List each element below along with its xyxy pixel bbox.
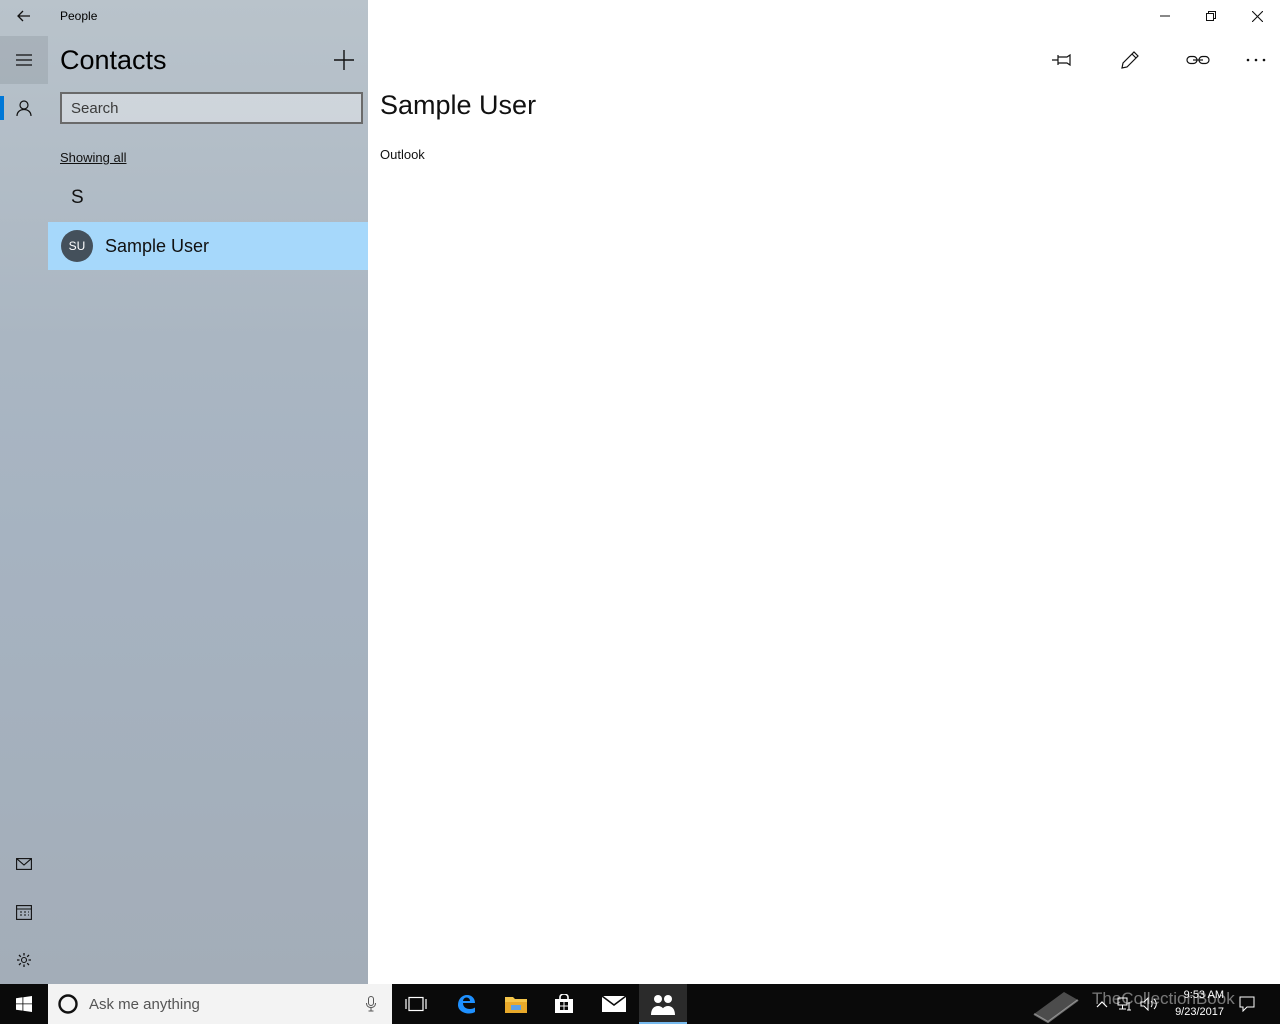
clock[interactable]: 9:53 AM 9/23/2017 xyxy=(1160,987,1224,1021)
pin-button[interactable] xyxy=(1040,40,1084,80)
page-title: Contacts xyxy=(60,45,167,75)
close-icon xyxy=(1251,10,1263,22)
tray-volume-button[interactable] xyxy=(1138,984,1160,1024)
task-view-button[interactable] xyxy=(392,984,440,1024)
contact-detail-pane: Sample User Outlook xyxy=(368,0,1280,984)
hamburger-icon xyxy=(16,54,32,66)
taskbar-file-explorer[interactable] xyxy=(492,984,540,1024)
hamburger-menu-button[interactable] xyxy=(0,36,48,84)
nav-contacts-button[interactable] xyxy=(0,84,48,132)
people-icon xyxy=(651,995,675,1015)
microphone-icon[interactable] xyxy=(366,996,376,1012)
contact-list-item[interactable]: SU Sample User xyxy=(48,222,368,270)
search-input[interactable] xyxy=(60,92,363,124)
taskbar-store[interactable] xyxy=(540,984,588,1024)
taskbar-people-active[interactable] xyxy=(639,984,687,1024)
cortana-circle-icon xyxy=(58,994,78,1014)
contact-source-label: Outlook xyxy=(380,147,425,162)
volume-icon xyxy=(1140,997,1157,1011)
edit-button[interactable] xyxy=(1108,40,1152,80)
restore-icon xyxy=(1206,11,1216,21)
filter-showing-all-link[interactable]: Showing all xyxy=(60,150,127,165)
cortana-search-box[interactable]: Ask me anything xyxy=(48,984,392,1024)
add-contact-button[interactable] xyxy=(324,40,364,80)
notification-icon xyxy=(1239,996,1255,1012)
task-view-icon xyxy=(405,996,427,1012)
back-button[interactable] xyxy=(0,0,48,32)
more-icon xyxy=(1246,58,1266,62)
edge-icon xyxy=(458,995,475,1014)
tray-show-hidden-button[interactable] xyxy=(1092,984,1112,1024)
contact-detail-name: Sample User xyxy=(380,90,537,120)
tray-network-button[interactable] xyxy=(1114,984,1136,1024)
avatar: SU xyxy=(61,230,93,262)
more-options-button[interactable] xyxy=(1234,40,1278,80)
back-arrow-icon xyxy=(17,10,30,22)
people-app-window: People Contacts Showing all S SU Sample … xyxy=(0,0,1280,984)
minimize-button[interactable] xyxy=(1142,0,1188,32)
chevron-up-icon xyxy=(1096,1001,1108,1008)
taskbar: Ask me anything TheCollectionBook 9:53 A… xyxy=(0,984,1280,1024)
clock-date: 9/23/2017 xyxy=(1175,1006,1224,1018)
left-pane: People Contacts Showing all S SU Sample … xyxy=(0,0,368,984)
group-header-letter[interactable]: S xyxy=(71,187,84,209)
calendar-icon xyxy=(16,905,32,920)
restore-button[interactable] xyxy=(1188,0,1234,32)
link-icon xyxy=(1186,55,1210,65)
gear-icon xyxy=(17,953,31,967)
store-icon xyxy=(555,994,573,1013)
taskbar-mail[interactable] xyxy=(590,984,638,1024)
pin-icon xyxy=(1052,53,1071,67)
contact-name: Sample User xyxy=(105,235,210,256)
link-contact-button[interactable] xyxy=(1176,40,1220,80)
taskbar-edge[interactable] xyxy=(442,984,490,1024)
minimize-icon xyxy=(1160,15,1170,17)
nav-calendar-button[interactable] xyxy=(0,888,48,936)
edit-pencil-icon xyxy=(1121,51,1139,69)
nav-settings-button[interactable] xyxy=(0,936,48,984)
clock-time: 9:53 AM xyxy=(1183,989,1224,1001)
person-icon xyxy=(16,100,32,117)
nav-rail xyxy=(0,0,48,984)
plus-icon xyxy=(334,50,354,70)
app-title: People xyxy=(60,9,98,23)
start-button[interactable] xyxy=(0,984,48,1024)
action-center-button[interactable] xyxy=(1232,984,1262,1024)
network-icon xyxy=(1117,997,1131,1011)
close-button[interactable] xyxy=(1234,0,1280,32)
cortana-placeholder: Ask me anything xyxy=(89,995,200,1013)
windows-logo-icon xyxy=(16,996,32,1012)
mail-icon xyxy=(16,858,32,870)
mail-icon xyxy=(602,996,626,1012)
file-explorer-icon xyxy=(505,997,527,1013)
nav-mail-button[interactable] xyxy=(0,840,48,888)
book-watermark-icon xyxy=(1033,992,1079,1024)
